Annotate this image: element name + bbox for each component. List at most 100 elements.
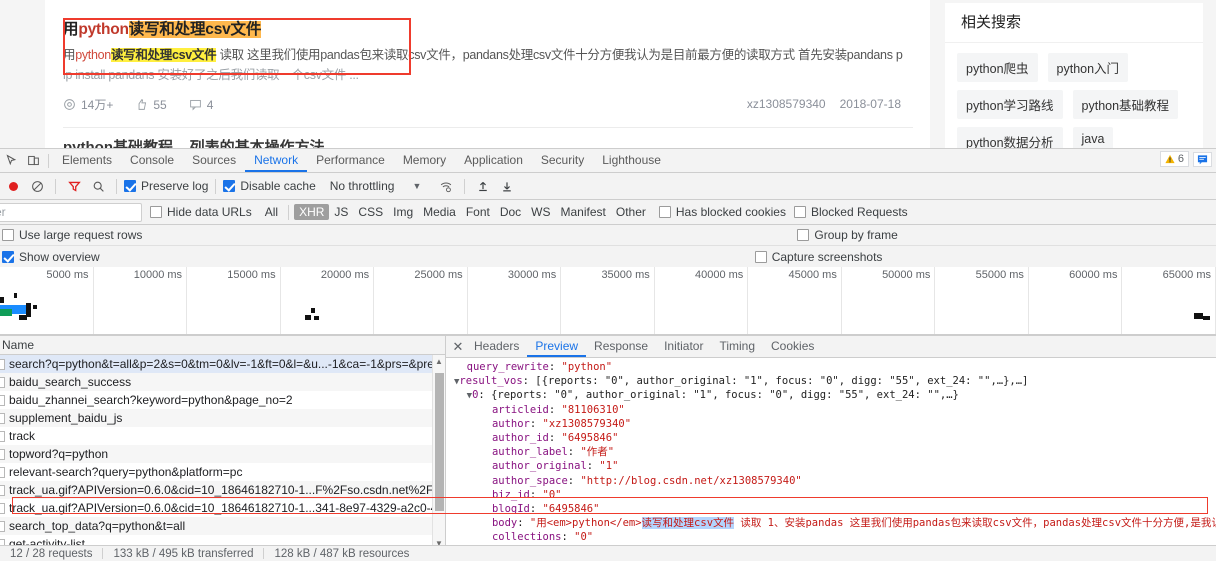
detail-tab-timing[interactable]: Timing (711, 336, 763, 357)
json-separator: : (478, 389, 492, 402)
devtools-tabbar: Elements Console Sources Network Perform… (0, 149, 1216, 173)
show-overview-checkbox[interactable]: Show overview (2, 250, 100, 264)
request-row[interactable]: baidu_zhannei_search?keyword=python&page… (0, 391, 445, 409)
filter-type-font[interactable]: Font (461, 204, 495, 220)
json-line[interactable]: author: "xz1308579340" (446, 417, 1216, 431)
tab-console[interactable]: Console (121, 149, 183, 172)
json-line[interactable]: collections: "0" (446, 530, 1216, 540)
request-row[interactable]: supplement_baidu_js (0, 409, 445, 427)
tab-memory[interactable]: Memory (394, 149, 455, 172)
json-line[interactable]: biz_id: "0" (446, 488, 1216, 502)
json-body-post: 读取 1、安装pandas 这里我们使用pandas包来读取csv文件，pand… (734, 517, 1216, 530)
request-row[interactable]: track (0, 427, 445, 445)
export-har-button[interactable] (496, 175, 518, 197)
import-har-button[interactable] (472, 175, 494, 197)
detail-tab-response[interactable]: Response (586, 336, 656, 357)
search-result-item[interactable]: 用python读写和处理csv文件 用python读写和处理csv文件 读取 这… (63, 20, 913, 84)
hide-data-urls-checkbox[interactable]: Hide data URLs (150, 205, 252, 219)
detail-tab-initiator[interactable]: Initiator (656, 336, 711, 357)
next-result-title[interactable]: python基础教程 _ 列表的基本操作方法 (63, 136, 325, 148)
network-conditions-button[interactable] (435, 175, 457, 197)
throttling-select[interactable]: No throttling (330, 179, 395, 193)
json-line-body[interactable]: body: "用<em>python</em>读写和处理csv文件 读取 1、安… (446, 516, 1216, 530)
network-overview-timeline[interactable]: 5000 ms 10000 ms 15000 ms 20000 ms 25000 ms 3… (0, 267, 1216, 335)
filter-type-xhr[interactable]: XHR (294, 204, 330, 220)
filter-toggle-button[interactable] (63, 175, 85, 197)
detail-tab-preview[interactable]: Preview (527, 336, 587, 357)
json-line[interactable]: articleid: "81106310" (446, 403, 1216, 417)
related-tag[interactable]: python数据分析 (957, 127, 1063, 148)
tab-application[interactable]: Application (455, 149, 532, 172)
filter-input[interactable]: Filter (0, 202, 142, 222)
json-line[interactable]: author_original: "1" (446, 459, 1216, 473)
result-title[interactable]: 用python读写和处理csv文件 (63, 20, 913, 40)
record-button[interactable] (2, 175, 24, 197)
overview-tick-label: 60000 ms (1069, 269, 1118, 281)
filter-type-media[interactable]: Media (418, 204, 461, 220)
tab-sources[interactable]: Sources (183, 149, 245, 172)
related-tag[interactable]: java (1072, 127, 1114, 148)
warning-count-chip[interactable]: 6 (1159, 151, 1189, 167)
blocked-requests-checkbox[interactable]: Blocked Requests (793, 205, 908, 219)
close-icon[interactable]: ✕ (450, 339, 466, 355)
funnel-icon (67, 181, 81, 192)
tab-elements[interactable]: Elements (53, 149, 121, 172)
request-row[interactable]: search?q=python&t=all&p=2&s=0&tm=0&lv=-1… (0, 355, 445, 373)
filter-type-css[interactable]: CSS (353, 204, 388, 220)
json-line[interactable]: author_label: "作者" (446, 445, 1216, 459)
filter-type-ws[interactable]: WS (526, 204, 555, 220)
chevron-down-icon[interactable]: ▼ (412, 181, 421, 191)
clear-button[interactable] (26, 175, 48, 197)
group-by-frame-checkbox[interactable]: Group by frame (797, 228, 898, 242)
has-blocked-cookies-box (658, 206, 671, 218)
json-value: "81106310" (561, 403, 625, 416)
related-tag[interactable]: python基础教程 (1072, 90, 1179, 119)
json-line[interactable]: query_rewrite: "python" (446, 360, 1216, 374)
json-line[interactable]: ▼0: {reports: "0", author_original: "1",… (446, 388, 1216, 402)
pane-splitter[interactable] (441, 336, 447, 550)
json-line[interactable]: author_id: "6495846" (446, 431, 1216, 445)
request-list-header[interactable]: Name (0, 336, 445, 355)
filter-type-other[interactable]: Other (611, 204, 651, 220)
device-toolbar-icon[interactable] (22, 150, 44, 172)
disable-cache-checkbox[interactable]: Disable cache (223, 179, 316, 193)
filter-type-doc[interactable]: Doc (495, 204, 526, 220)
request-row[interactable]: track_ua.gif?APIVersion=0.6.0&cid=10_186… (0, 481, 445, 499)
related-tag[interactable]: python爬虫 (957, 53, 1038, 82)
related-tag[interactable]: python学习路线 (957, 90, 1063, 119)
capture-screenshots-box (754, 250, 767, 263)
json-line[interactable]: ▼result_vos: [{reports: "0", author_orig… (446, 374, 1216, 388)
tab-performance[interactable]: Performance (307, 149, 394, 172)
related-tag[interactable]: python入门 (1047, 53, 1129, 82)
json-line[interactable]: author_space: "http://blog.csdn.net/xz13… (446, 474, 1216, 488)
filter-type-img[interactable]: Img (388, 204, 418, 220)
use-large-rows-checkbox[interactable]: Use large request rows (2, 228, 142, 242)
inspect-element-icon[interactable] (0, 150, 22, 172)
request-row[interactable]: search_top_data?q=python&t=all (0, 517, 445, 535)
detail-tab-cookies[interactable]: Cookies (763, 336, 822, 357)
result-author[interactable]: xz1308579340 (747, 97, 826, 111)
json-key: query_rewrite (466, 361, 549, 373)
feedback-icon-button[interactable] (1193, 151, 1212, 167)
request-name: track_ua.gif?APIVersion=0.6.0&cid=10_186… (9, 501, 445, 515)
has-blocked-cookies-checkbox[interactable]: Has blocked cookies (658, 205, 786, 219)
filter-type-all[interactable]: All (260, 204, 283, 220)
filter-type-js[interactable]: JS (329, 204, 353, 220)
tab-security[interactable]: Security (532, 149, 593, 172)
tab-lighthouse[interactable]: Lighthouse (593, 149, 670, 172)
filter-type-manifest[interactable]: Manifest (556, 204, 611, 220)
request-row[interactable]: relevant-search?query=python&platform=pc (0, 463, 445, 481)
json-line[interactable]: blogId: "6495846" (446, 502, 1216, 516)
capture-screenshots-checkbox[interactable]: Capture screenshots (754, 250, 882, 264)
views-stat: 14万+ (63, 96, 113, 113)
request-list-pane: Name search?q=python&t=all&p=2&s=0&tm=0&… (0, 336, 446, 550)
json-preview-viewer[interactable]: query_rewrite: "python" ▼result_vos: [{re… (446, 358, 1216, 540)
detail-tab-headers[interactable]: Headers (466, 336, 527, 357)
tab-network[interactable]: Network (245, 149, 308, 172)
request-row[interactable]: track_ua.gif?APIVersion=0.6.0&cid=10_186… (0, 499, 445, 517)
overview-tick: 60000 ms (1029, 267, 1123, 334)
request-row[interactable]: baidu_search_success (0, 373, 445, 391)
search-button[interactable] (87, 175, 109, 197)
request-row[interactable]: topword?q=python (0, 445, 445, 463)
preserve-log-checkbox[interactable]: Preserve log (124, 179, 208, 193)
